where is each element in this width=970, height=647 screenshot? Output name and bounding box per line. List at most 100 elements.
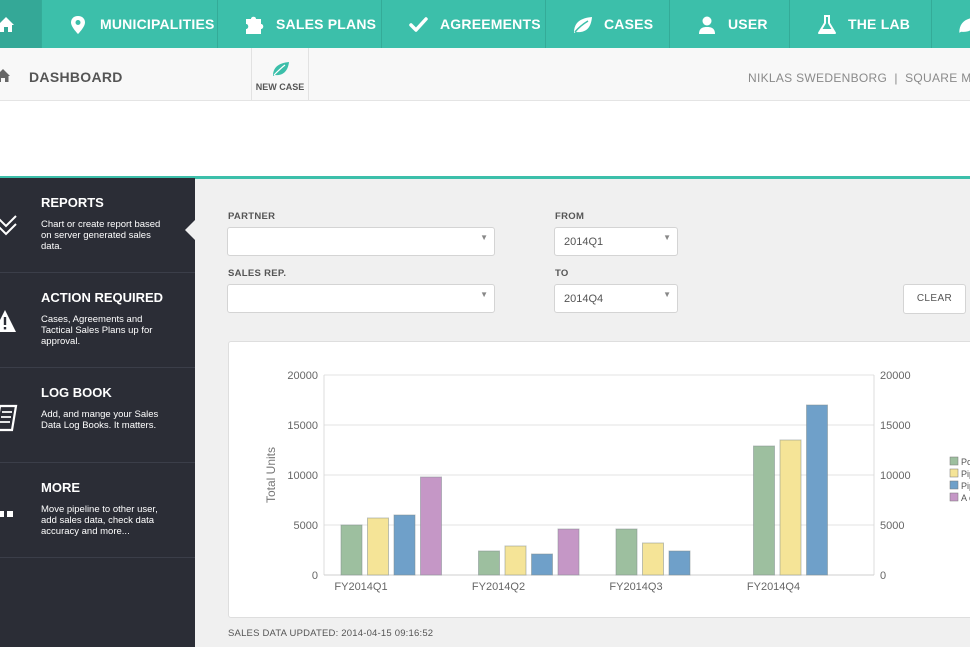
- sales-chart: 20000 20000 15000 15000 10000 10000 5000 5000 0 0…: [264, 370, 970, 593]
- select-value: 2014Q4: [564, 293, 604, 305]
- y-tick-label-left: 15000: [287, 420, 318, 432]
- y-tick-label-left: 20000: [287, 370, 318, 382]
- nav-user[interactable]: USER: [669, 0, 790, 48]
- chart-bar: [615, 528, 638, 576]
- sidebar-item-title: LOG BOOK: [41, 385, 112, 400]
- sidebar-item-title: REPORTS: [41, 195, 104, 210]
- y-tick-label-right: 0: [880, 570, 886, 582]
- nav-agreements[interactable]: AGREEMENTS: [381, 0, 546, 48]
- legend-label: A c: [961, 493, 970, 503]
- user-info[interactable]: NIKLAS SWEDENBORG | SQUARE MOO: [748, 71, 970, 85]
- sidebar-item-more[interactable]: MORE Move pipeline to other user, add sa…: [0, 463, 195, 558]
- nav-sales-plans[interactable]: SALES PLANS: [217, 0, 382, 48]
- legend-swatch: [949, 480, 959, 490]
- clear-button[interactable]: CLEAR: [903, 284, 966, 314]
- chart-bar: [478, 550, 500, 576]
- from-select[interactable]: 2014Q1 ▼: [554, 227, 678, 256]
- nav-label: MUNICIPALITIES: [100, 16, 215, 32]
- chart-bar: [367, 517, 389, 576]
- nav-label: USER: [728, 16, 768, 32]
- x-tick-label: FY2014Q3: [609, 581, 662, 593]
- chevron-down-icon: ▼: [663, 290, 671, 299]
- chart-panel: 20000 20000 15000 15000 10000 10000 5000 5000 0 0…: [228, 341, 970, 618]
- x-tick-label: FY2014Q4: [747, 581, 800, 593]
- home-icon: [0, 69, 10, 82]
- nav-label: CASES: [604, 16, 654, 32]
- nav-label: SALES PLANS: [276, 16, 377, 32]
- legend-label: Pip: [961, 481, 970, 491]
- legend-swatch: [949, 468, 959, 478]
- check-chevrons-icon: [0, 215, 17, 236]
- leaf-icon: [273, 62, 289, 76]
- chart-bar: [393, 514, 416, 576]
- check-icon: [409, 17, 428, 32]
- chart-bar: [668, 550, 691, 576]
- y-tick-label-left: 0: [312, 570, 318, 582]
- new-case-button[interactable]: NEW CASE: [251, 48, 309, 100]
- map-marker-icon: [71, 16, 85, 34]
- new-case-label: NEW CASE: [255, 82, 305, 92]
- nav-the-lab[interactable]: THE LAB: [789, 0, 932, 48]
- y-axis-label: Total Units: [264, 447, 278, 503]
- from-label: FROM: [555, 211, 585, 222]
- nav-cases[interactable]: CASES: [545, 0, 670, 48]
- chevron-down-icon: ▼: [480, 233, 488, 242]
- to-label: TO: [555, 268, 569, 279]
- chart-bar: [504, 545, 527, 576]
- top-navigation: MUNICIPALITIES SALES PLANS AGREEMENTS CA…: [0, 0, 970, 48]
- chart-bar: [531, 553, 553, 576]
- x-tick-label: FY2014Q1: [334, 581, 387, 593]
- partner-select[interactable]: ▼: [227, 227, 495, 256]
- legend-label: Po: [961, 457, 970, 467]
- y-tick-label-left: 10000: [287, 470, 318, 482]
- sales-rep-select[interactable]: ▼: [227, 284, 495, 313]
- warning-icon: [0, 310, 16, 332]
- y-tick-label-right: 20000: [880, 370, 911, 382]
- y-tick-label-left: 5000: [294, 520, 318, 532]
- chart-bar: [557, 528, 580, 576]
- chart-bar: [753, 445, 775, 576]
- nav-municipalities[interactable]: MUNICIPALITIES: [41, 0, 218, 48]
- home-icon: [0, 17, 14, 32]
- logbook-icon: [0, 404, 18, 432]
- to-select[interactable]: 2014Q4 ▼: [554, 284, 678, 313]
- partner-label: PARTNER: [228, 211, 276, 222]
- more-dots-icon: [0, 511, 13, 517]
- active-caret: [185, 220, 195, 240]
- y-tick-label-right: 5000: [880, 520, 904, 532]
- sidebar-item-action-required[interactable]: ACTION REQUIRED Cases, Agreements and Ta…: [0, 273, 195, 368]
- sales-data-updated: SALES DATA UPDATED: 2014-04-15 09:16:52: [228, 628, 434, 639]
- header-bar: DASHBOARD NEW CASE NIKLAS SWEDENBORG | S…: [0, 48, 970, 101]
- sidebar-item-desc: Move pipeline to other user, add sales d…: [41, 504, 158, 537]
- chart-bar: [779, 439, 802, 576]
- x-tick-label: FY2014Q2: [472, 581, 525, 593]
- legend-label: Pip: [961, 469, 970, 479]
- chevron-down-icon: ▼: [663, 233, 671, 242]
- chart-bar: [642, 542, 664, 576]
- sales-rep-label: SALES REP.: [228, 268, 287, 279]
- sidebar: REPORTS Chart or create report based on …: [0, 178, 195, 647]
- sidebar-item-title: MORE: [41, 480, 80, 495]
- sidebar-item-log-book[interactable]: LOG BOOK Add, and mange your Sales Data …: [0, 368, 195, 463]
- sidebar-item-title: ACTION REQUIRED: [41, 290, 164, 305]
- nav-label: THE LAB: [848, 16, 911, 32]
- legend-swatch: [949, 456, 959, 466]
- chevron-down-icon: ▼: [480, 290, 488, 299]
- chart-bar: [806, 404, 828, 576]
- flask-icon: [818, 15, 836, 34]
- content-header-area: [0, 101, 970, 179]
- leaf-icon: [959, 18, 970, 33]
- page-title: DASHBOARD: [29, 69, 123, 85]
- nav-label: AGREEMENTS: [440, 16, 541, 32]
- chart-bar: [340, 524, 363, 576]
- nav-home-button[interactable]: [0, 0, 41, 48]
- chart-bar: [420, 476, 442, 576]
- sidebar-item-desc: Add, and mange your Sales Data Log Books…: [41, 409, 159, 431]
- leaf-icon: [574, 17, 592, 33]
- sidebar-item-desc: Chart or create report based on server g…: [41, 219, 161, 252]
- sidebar-item-reports[interactable]: REPORTS Chart or create report based on …: [0, 178, 195, 273]
- nav-more[interactable]: [931, 0, 970, 48]
- puzzle-icon: [246, 16, 264, 34]
- select-value: 2014Q1: [564, 236, 604, 248]
- sidebar-item-desc: Cases, Agreements and Tactical Sales Pla…: [41, 314, 153, 347]
